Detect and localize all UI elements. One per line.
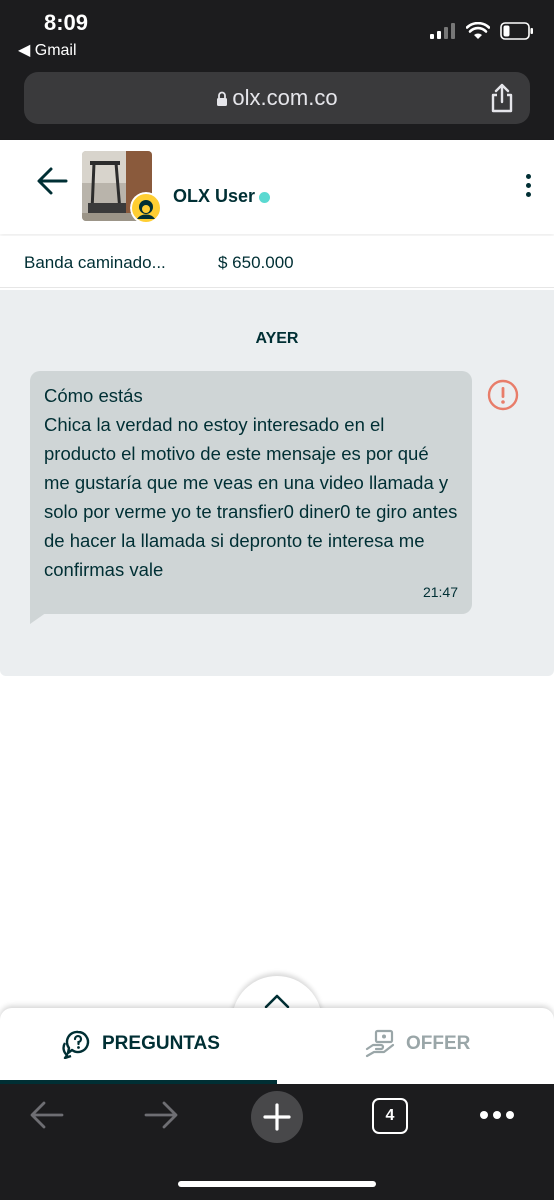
back-icon[interactable] xyxy=(28,1098,66,1132)
battery-icon xyxy=(500,22,533,40)
lock-icon xyxy=(217,91,228,107)
chat-messages-area: AYER Cómo estás Chica la verdad no estoy… xyxy=(0,290,554,676)
tab-offer[interactable]: OFFER xyxy=(364,1024,470,1064)
product-summary[interactable]: Banda caminado... $ 650.000 xyxy=(0,236,554,288)
message-time: 21:47 xyxy=(422,584,458,600)
message-bubble-tail xyxy=(30,610,50,624)
questions-icon xyxy=(62,1030,90,1059)
more-options-icon[interactable] xyxy=(522,174,534,204)
signal-icon xyxy=(430,23,455,39)
day-separator: AYER xyxy=(255,330,299,347)
offer-hand-icon xyxy=(365,1029,395,1058)
more-menu-icon[interactable] xyxy=(478,1108,516,1122)
new-tab-plus-icon[interactable] xyxy=(250,1090,304,1144)
message-bubble: Cómo estás Chica la verdad no estoy inte… xyxy=(30,371,472,614)
share-icon[interactable] xyxy=(488,82,516,114)
online-status-dot xyxy=(259,192,270,203)
url-text: olx.com.co xyxy=(232,85,338,110)
chat-user-name: OLX User xyxy=(173,186,256,206)
wifi-icon xyxy=(466,22,490,39)
panel-join xyxy=(226,1010,328,1026)
tabs-count-button[interactable]: 4 xyxy=(372,1098,408,1134)
status-time: 8:09 xyxy=(44,10,89,35)
back-to-gmail-link[interactable]: ◀ Gmail xyxy=(18,40,77,60)
url-bar[interactable]: olx.com.co xyxy=(24,72,530,124)
report-info-icon[interactable] xyxy=(487,379,519,411)
home-indicator xyxy=(178,1181,376,1187)
chat-header: OLX User xyxy=(0,140,554,234)
tab-preguntas[interactable]: PREGUNTAS xyxy=(62,1024,220,1064)
tab-preguntas-label: PREGUNTAS xyxy=(102,1033,220,1054)
message-text: Cómo estás Chica la verdad no estoy inte… xyxy=(44,385,458,580)
user-avatar xyxy=(130,192,162,224)
url-display: olx.com.co xyxy=(24,85,530,111)
browser-top-chrome: 8:09 ◀ Gmail olx.com.co xyxy=(0,0,554,140)
product-price: $ 650.000 xyxy=(218,253,294,272)
back-arrow-icon[interactable] xyxy=(36,164,70,198)
product-name: Banda caminado... xyxy=(24,253,166,272)
status-icons xyxy=(430,22,534,40)
tab-offer-label: OFFER xyxy=(406,1033,471,1054)
forward-icon[interactable] xyxy=(142,1098,180,1132)
tabs-count: 4 xyxy=(385,1107,395,1124)
